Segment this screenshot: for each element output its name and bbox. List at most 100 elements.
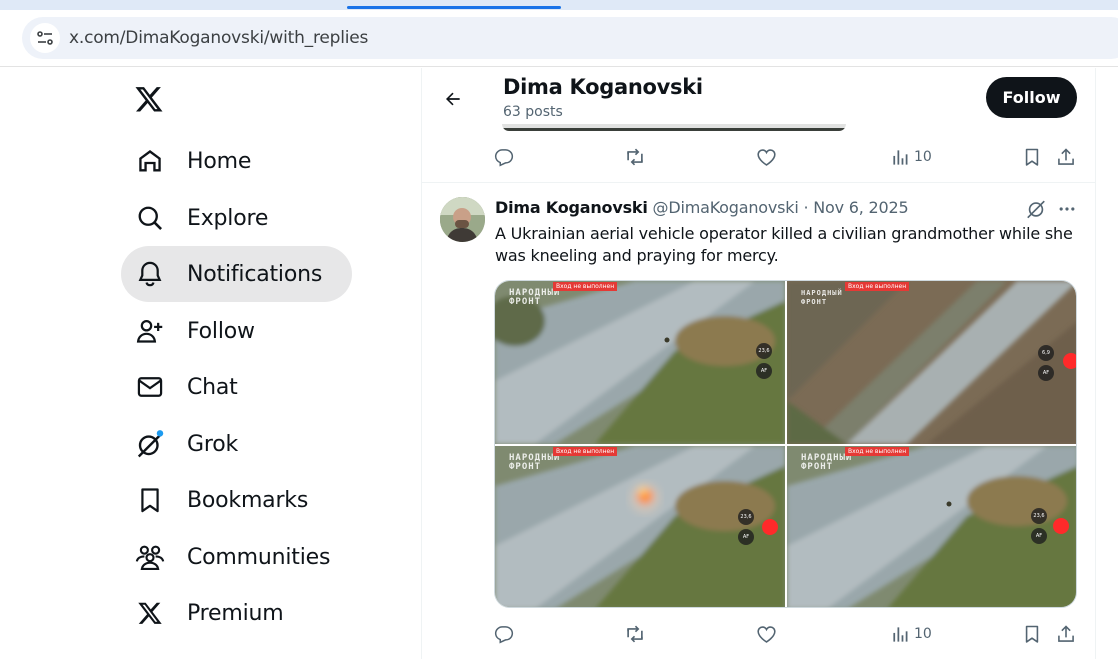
watermark: НАРОДНЫЙ ФРОНТ	[509, 288, 561, 307]
sidebar-item-label: Home	[187, 148, 252, 174]
status-tag: Вход не выполнен	[553, 282, 618, 291]
sidebar-item-communities[interactable]: Communities	[121, 529, 344, 585]
media-image-1[interactable]: НАРОДНЫЙ ФРОНТ Вход не выполнен 23,6 AF	[495, 281, 785, 444]
url-text[interactable]: x.com/DimaKoganovski/with_replies	[69, 28, 368, 48]
previous-post-actions: 10	[494, 142, 1079, 172]
sidebar-item-label: Explore	[187, 205, 269, 231]
bell-icon	[135, 259, 165, 289]
sidebar-item-home[interactable]: Home	[121, 133, 265, 189]
sidebar-item-label: Notifications	[187, 261, 323, 287]
post-date[interactable]: Nov 6, 2025	[813, 198, 908, 217]
record-indicator	[762, 519, 778, 535]
like-button[interactable]	[756, 619, 777, 649]
sidebar-item-premium[interactable]: Premium	[121, 585, 298, 641]
watermark: НАРОДНЫЙ ФРОНТ	[509, 453, 561, 472]
avatar[interactable]	[440, 197, 485, 242]
author-name[interactable]: Dima Koganovski	[495, 198, 648, 217]
sidebar-item-label: Communities	[187, 544, 331, 570]
x-logo-icon[interactable]	[134, 84, 166, 116]
repost-button[interactable]	[624, 619, 646, 649]
media-image-3[interactable]: НАРОДНЫЙ ФРОНТ Вход не выполнен 23,6 AF	[495, 446, 785, 607]
sidebar: Home Explore Notifications Follow Chat G…	[0, 68, 421, 659]
sidebar-item-label: Grok	[187, 431, 239, 457]
analytics-icon	[893, 149, 908, 165]
address-bar[interactable]: x.com/DimaKoganovski/with_replies	[22, 17, 1118, 59]
tab-strip	[0, 0, 1118, 10]
post-actions: 10	[494, 619, 1079, 649]
media-image-2[interactable]: НАРОДНЫЙ ФРОНТ Вход не выполнен 6,9 AF	[787, 281, 1076, 444]
share-button[interactable]	[1056, 142, 1076, 172]
sidebar-item-label: Follow	[187, 318, 255, 344]
search-icon	[135, 203, 165, 233]
sidebar-item-label: Chat	[187, 374, 238, 400]
record-indicator	[1063, 353, 1076, 369]
record-indicator	[1053, 518, 1069, 534]
grok-icon	[1027, 200, 1045, 219]
profile-header: Dima Koganovski 63 posts Follow	[422, 68, 1095, 128]
repost-icon	[627, 148, 643, 166]
x-premium-icon	[135, 598, 165, 628]
repost-icon	[627, 625, 643, 643]
sidebar-item-bookmarks[interactable]: Bookmarks	[121, 472, 322, 528]
bookmark-icon	[135, 485, 165, 515]
more-options-button[interactable]	[1054, 196, 1080, 222]
post-text: A Ukrainian aerial vehicle operator kill…	[495, 224, 1073, 265]
sidebar-item-notifications[interactable]: Notifications	[121, 246, 352, 302]
watermark: НАРОДНЫЙ ФРОНТ	[801, 289, 843, 306]
timeline: Dima Koganovski 63 posts Follow 10 Dima …	[422, 68, 1095, 659]
sidebar-item-follow[interactable]: Follow	[121, 303, 269, 359]
hud-value: 23,6	[756, 343, 772, 359]
analytics-icon	[893, 626, 908, 642]
sidebar-item-label: Bookmarks	[187, 487, 309, 513]
heart-icon	[757, 625, 776, 643]
views-button[interactable]: 10	[891, 619, 932, 649]
post-divider	[422, 182, 1095, 183]
hud-af: AF	[1038, 365, 1054, 381]
follow-button[interactable]: Follow	[986, 77, 1077, 118]
grok-explain-button[interactable]	[1023, 196, 1049, 222]
communities-icon	[135, 542, 165, 572]
bookmark-icon	[1025, 625, 1039, 643]
watermark: НАРОДНЫЙ ФРОНТ	[801, 453, 853, 472]
mail-icon	[135, 372, 165, 402]
hud-value: 23,6	[738, 509, 754, 525]
like-button[interactable]	[756, 142, 777, 172]
more-dots-icon	[1059, 207, 1075, 211]
browser-toolbar: x.com/DimaKoganovski/with_replies	[0, 10, 1118, 67]
share-icon	[1058, 625, 1074, 642]
reply-icon	[494, 626, 514, 644]
author-handle[interactable]: @DimaKoganovski	[653, 198, 799, 217]
reply-button[interactable]	[494, 142, 514, 172]
status-tag: Вход не выполнен	[553, 447, 618, 456]
reply-button[interactable]	[494, 619, 514, 649]
column-divider	[1095, 68, 1096, 659]
status-tag: Вход не выполнен	[845, 282, 910, 291]
sidebar-item-label: Premium	[187, 600, 284, 626]
views-button[interactable]: 10	[891, 142, 932, 172]
active-tab-indicator[interactable]	[347, 6, 561, 9]
repost-button[interactable]	[624, 142, 646, 172]
bookmark-button[interactable]	[1022, 619, 1042, 649]
sidebar-item-chat[interactable]: Chat	[121, 359, 252, 415]
bookmark-button[interactable]	[1022, 142, 1042, 172]
hud-af: AF	[756, 363, 772, 379]
share-button[interactable]	[1056, 619, 1076, 649]
grok-icon	[135, 429, 165, 459]
view-count: 10	[914, 149, 932, 165]
view-count: 10	[914, 626, 932, 642]
sidebar-item-explore[interactable]: Explore	[121, 190, 282, 246]
bookmark-icon	[1025, 148, 1039, 166]
media-image-4[interactable]: НАРОДНЫЙ ФРОНТ Вход не выполнен 23,6 AF	[787, 446, 1076, 607]
hud-value: 6,9	[1038, 345, 1054, 361]
person-add-icon	[135, 316, 165, 346]
hud-af: AF	[1031, 528, 1047, 544]
post-meta: Dima Koganovski @DimaKoganovski · Nov 6,…	[495, 198, 909, 217]
back-button[interactable]	[436, 82, 470, 116]
arrow-left-icon	[446, 92, 460, 106]
site-info-icon[interactable]	[30, 23, 60, 53]
sidebar-item-grok[interactable]: Grok	[121, 416, 252, 472]
meta-separator: ·	[803, 198, 809, 217]
home-icon	[135, 146, 165, 176]
share-icon	[1058, 148, 1074, 165]
reply-icon	[494, 149, 514, 167]
